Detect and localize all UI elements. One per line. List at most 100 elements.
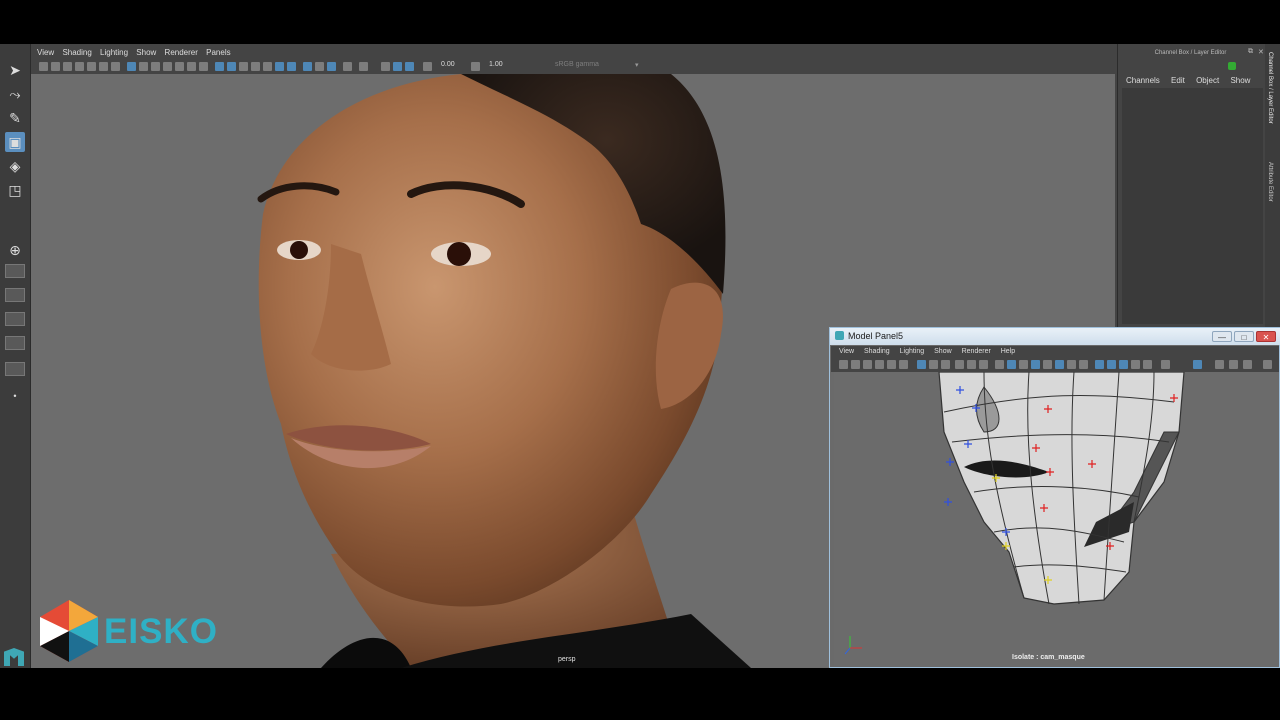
textured-icon[interactable] xyxy=(251,62,260,71)
mp-xray-icon[interactable] xyxy=(1095,360,1104,369)
move-tool-icon[interactable]: ▣ xyxy=(5,132,25,152)
gamma-value[interactable]: 1.00 xyxy=(489,61,503,68)
isolate-select-icon[interactable] xyxy=(343,62,352,71)
layout-graph-icon[interactable] xyxy=(5,362,25,376)
mp-ao-icon[interactable] xyxy=(1055,360,1064,369)
mp-safe-action-icon[interactable] xyxy=(967,360,976,369)
mp-hud-icon[interactable] xyxy=(1131,360,1140,369)
chevron-down-icon[interactable]: ▾ xyxy=(635,61,639,69)
layout-outliner-icon[interactable] xyxy=(5,336,25,350)
scale-tool-icon[interactable]: ◳ xyxy=(5,180,25,200)
mp-image-plane-icon[interactable] xyxy=(875,360,884,369)
lasso-tool-icon[interactable]: ⤳ xyxy=(5,84,25,104)
menu-show-cb[interactable]: Show xyxy=(1230,74,1250,88)
exposure-value[interactable]: 0.00 xyxy=(441,61,455,68)
mp-grid-icon[interactable] xyxy=(917,360,926,369)
mp-stereo-icon[interactable] xyxy=(1143,360,1152,369)
mp-smooth-shade-icon[interactable] xyxy=(1007,360,1016,369)
motion-blur-icon[interactable] xyxy=(315,62,324,71)
mp-exposure-icon[interactable] xyxy=(1161,360,1170,369)
mp-safe-title-icon[interactable] xyxy=(979,360,988,369)
menu-show[interactable]: Show xyxy=(136,46,156,60)
menu-view[interactable]: View xyxy=(37,46,54,60)
mp-res-gate-icon[interactable] xyxy=(941,360,950,369)
exposure-icon[interactable] xyxy=(423,62,432,71)
mp-mblur-icon[interactable] xyxy=(1079,360,1088,369)
tab-attribute-editor[interactable]: Attribute Editor xyxy=(1267,162,1273,202)
safe-title-icon[interactable] xyxy=(187,62,196,71)
wireframe-icon[interactable] xyxy=(199,62,208,71)
menu-panels[interactable]: Panels xyxy=(206,46,230,60)
anti-aliasing-icon[interactable] xyxy=(303,62,312,71)
mp-bookmark-icon[interactable] xyxy=(863,360,872,369)
mp-shadows-icon[interactable] xyxy=(1043,360,1052,369)
mp-pan-icon[interactable] xyxy=(899,360,908,369)
gate-mask-icon[interactable] xyxy=(151,62,160,71)
resolution-gate-icon[interactable] xyxy=(139,62,148,71)
mp-aa-icon[interactable] xyxy=(1067,360,1076,369)
channel-list[interactable] xyxy=(1122,88,1263,324)
field-chart-icon[interactable] xyxy=(163,62,172,71)
mp-textured-icon[interactable] xyxy=(1019,360,1028,369)
2d-pan-icon[interactable] xyxy=(99,62,108,71)
layer-icon[interactable] xyxy=(1228,62,1236,70)
mp-select-icon[interactable] xyxy=(1193,360,1202,369)
paint-select-icon[interactable]: ✎ xyxy=(5,108,25,128)
show-manipulator-icon[interactable]: ⊕ xyxy=(5,240,25,260)
safe-action-icon[interactable] xyxy=(175,62,184,71)
mp-wireframe-icon[interactable] xyxy=(995,360,1004,369)
mp-layout2-icon[interactable] xyxy=(1229,360,1238,369)
mp-xray-joints-icon[interactable] xyxy=(1107,360,1116,369)
menu-edit[interactable]: Edit xyxy=(1171,74,1185,88)
color-space-dropdown[interactable]: sRGB gamma xyxy=(555,61,599,68)
wireframe-on-shaded-icon[interactable] xyxy=(227,62,236,71)
layout-two-icon[interactable] xyxy=(5,288,25,302)
mp-layout3-icon[interactable] xyxy=(1243,360,1252,369)
xray-joints-icon[interactable] xyxy=(359,62,368,71)
layout-single-icon[interactable] xyxy=(5,264,25,278)
dof-icon[interactable] xyxy=(327,62,336,71)
menu-channels[interactable]: Channels xyxy=(1126,74,1160,88)
float-icon[interactable]: ⧉ xyxy=(1248,48,1253,56)
mp-layout-icon[interactable] xyxy=(1215,360,1224,369)
hud-icon[interactable] xyxy=(381,62,390,71)
model-panel-viewport[interactable] xyxy=(834,372,1278,666)
mp-camera-attr-icon[interactable] xyxy=(851,360,860,369)
mp-menu-lighting[interactable]: Lighting xyxy=(900,346,925,358)
menu-shading[interactable]: Shading xyxy=(62,46,91,60)
mp-menu-view[interactable]: View xyxy=(839,346,854,358)
rotate-tool-icon[interactable]: ◈ xyxy=(5,156,25,176)
layout-four-icon[interactable] xyxy=(5,312,25,326)
smooth-shade-icon[interactable] xyxy=(215,62,224,71)
mp-film-gate-icon[interactable] xyxy=(929,360,938,369)
mp-field-chart-icon[interactable] xyxy=(955,360,964,369)
mp-settings-icon[interactable] xyxy=(1263,360,1272,369)
menu-lighting[interactable]: Lighting xyxy=(100,46,128,60)
grease-pencil-icon[interactable] xyxy=(87,62,96,71)
camera-attr-icon[interactable] xyxy=(51,62,60,71)
maximize-button[interactable]: □ xyxy=(1234,331,1254,342)
xray-icon[interactable] xyxy=(239,62,248,71)
image-plane-icon[interactable] xyxy=(75,62,84,71)
film-gate-icon[interactable] xyxy=(127,62,136,71)
mp-menu-renderer[interactable]: Renderer xyxy=(962,346,991,358)
mp-lights-icon[interactable] xyxy=(1031,360,1040,369)
camera-sync-icon[interactable] xyxy=(393,62,402,71)
minimize-button[interactable]: — xyxy=(1212,331,1232,342)
menu-object[interactable]: Object xyxy=(1196,74,1219,88)
select-tool-icon[interactable]: ➤ xyxy=(5,60,25,80)
shadows-icon[interactable] xyxy=(275,62,284,71)
mp-menu-shading[interactable]: Shading xyxy=(864,346,890,358)
mp-menu-show[interactable]: Show xyxy=(934,346,952,358)
bookmark-icon[interactable] xyxy=(63,62,72,71)
close-button[interactable]: ✕ xyxy=(1256,331,1276,342)
tab-channel-box[interactable]: Channel Box / Layer Editor xyxy=(1267,52,1273,124)
close-icon[interactable]: ✕ xyxy=(1258,48,1264,56)
grid-icon[interactable] xyxy=(111,62,120,71)
lights-icon[interactable] xyxy=(263,62,272,71)
camera-icon[interactable] xyxy=(39,62,48,71)
more-tools-icon[interactable]: • xyxy=(5,386,25,406)
mp-grease-pencil-icon[interactable] xyxy=(887,360,896,369)
mp-isolate-icon[interactable] xyxy=(1119,360,1128,369)
stereo-icon[interactable] xyxy=(405,62,414,71)
